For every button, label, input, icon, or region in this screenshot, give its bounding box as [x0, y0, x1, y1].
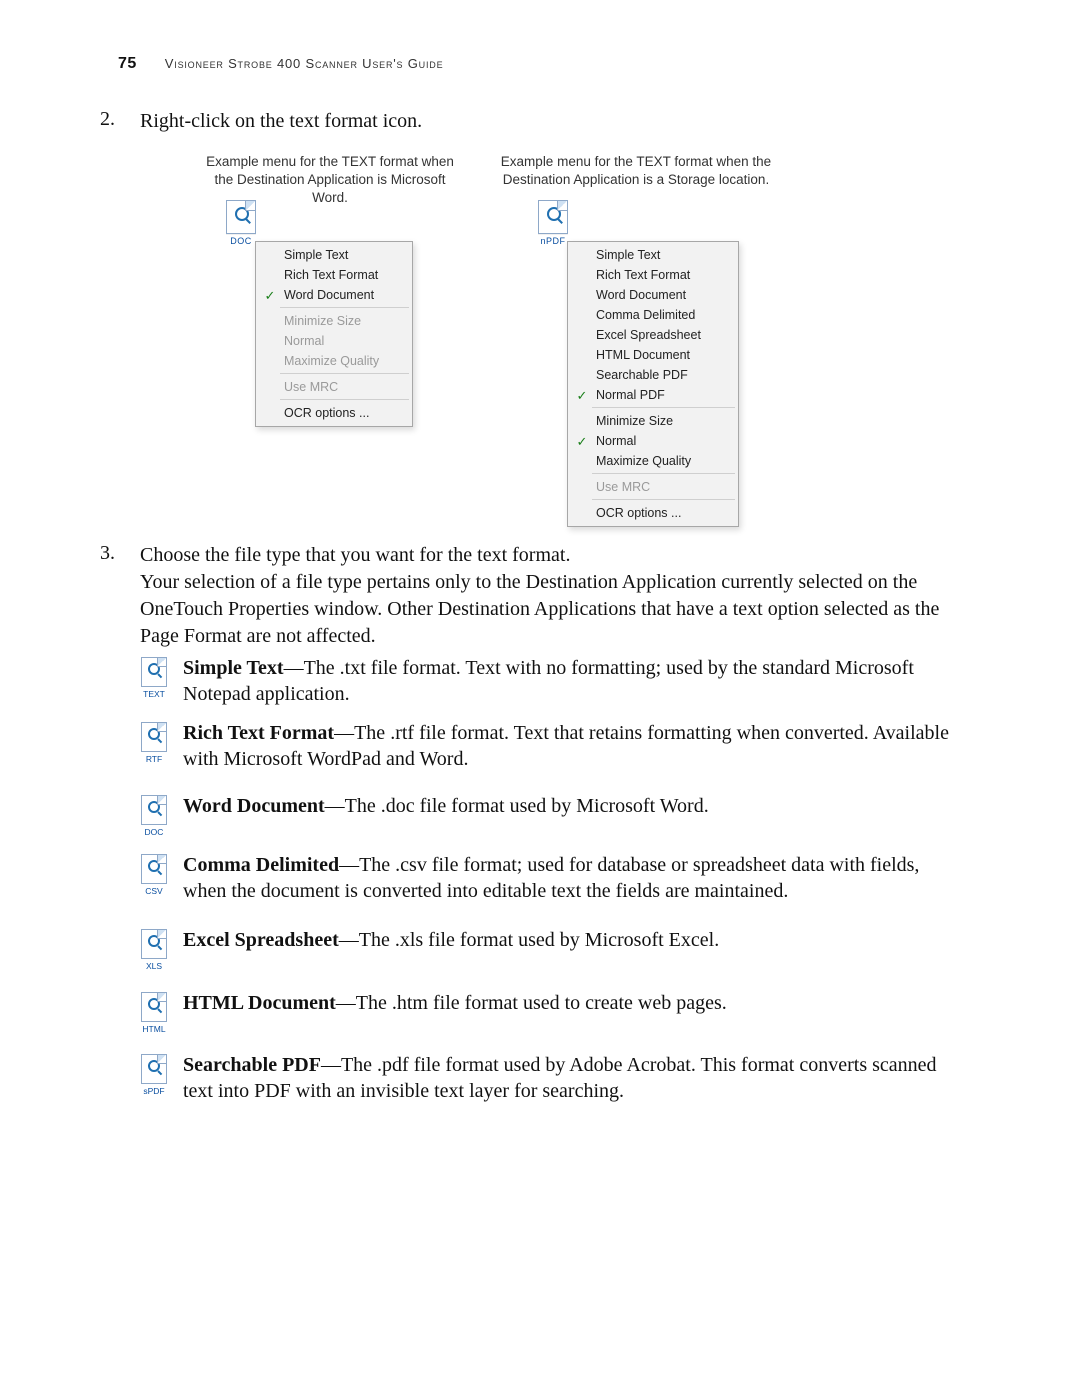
menu-item-label: Normal PDF: [592, 388, 738, 402]
menu-item[interactable]: Simple Text: [256, 245, 412, 265]
doc-icon-label: DOC: [225, 236, 257, 246]
menu-item-label: Searchable PDF: [592, 368, 738, 382]
term: Word Document: [183, 795, 325, 817]
term: Comma Delimited: [183, 854, 339, 876]
menu-item[interactable]: Rich Text Format: [568, 265, 738, 285]
menu-item-label: OCR options ...: [280, 406, 412, 420]
menu-item-label: Maximize Quality: [280, 354, 412, 368]
menu-item[interactable]: Excel Spreadsheet: [568, 325, 738, 345]
doc-icon-label: nPDF: [537, 236, 569, 246]
menu-item-label: OCR options ...: [592, 506, 738, 520]
menu-item[interactable]: ✓Normal: [568, 431, 738, 451]
menu-separator: [280, 307, 409, 308]
doc-icon-left: DOC: [225, 200, 257, 240]
menu-item-label: Normal: [280, 334, 412, 348]
step-3-para: Your selection of a file type pertains o…: [100, 569, 980, 650]
step-3: 3. Choose the file type that you want fo…: [100, 542, 980, 569]
menu-item-label: Excel Spreadsheet: [592, 328, 738, 342]
menu-item-label: Comma Delimited: [592, 308, 738, 322]
menu-item[interactable]: Searchable PDF: [568, 365, 738, 385]
menu-item[interactable]: ✓Normal PDF: [568, 385, 738, 405]
menu-item: Maximize Quality: [256, 351, 412, 371]
step-text: Right-click on the text format icon.: [140, 108, 980, 135]
menu-item[interactable]: HTML Document: [568, 345, 738, 365]
description: —The .txt file format. Text with no form…: [183, 657, 914, 705]
definition-text: Searchable PDF—The .pdf file format used…: [183, 1052, 962, 1105]
menu-item[interactable]: Maximize Quality: [568, 451, 738, 471]
menu-item-label: Minimize Size: [280, 314, 412, 328]
menu-item-label: Normal: [592, 434, 738, 448]
description: —The .htm file format used to create web…: [336, 992, 727, 1014]
menu-item[interactable]: Word Document: [568, 285, 738, 305]
menu-item-label: Use MRC: [592, 480, 738, 494]
menu-item[interactable]: Rich Text Format: [256, 265, 412, 285]
menu-separator: [280, 399, 409, 400]
term: Excel Spreadsheet: [183, 929, 339, 951]
document-page: 75 Visioneer Strobe 400 Scanner User's G…: [0, 0, 1080, 1397]
filetype-icon: TEXT: [140, 657, 168, 697]
menu-item-label: HTML Document: [592, 348, 738, 362]
menu-item[interactable]: Minimize Size: [568, 411, 738, 431]
step-number: 3.: [100, 542, 115, 565]
paragraph: Your selection of a file type pertains o…: [140, 569, 980, 650]
check-icon: ✓: [572, 435, 592, 448]
doc-icon-right: nPDF: [537, 200, 569, 240]
filetype-icon: sPDF: [140, 1054, 168, 1094]
definition-text: Excel Spreadsheet—The .xls file format u…: [183, 927, 962, 953]
menu-item-label: Simple Text: [280, 248, 412, 262]
menu-separator: [280, 373, 409, 374]
doc-title: Visioneer Strobe 400 Scanner User's Guid…: [165, 56, 444, 71]
page-icon: [226, 200, 256, 234]
menu-item[interactable]: Comma Delimited: [568, 305, 738, 325]
definition-text: Comma Delimited—The .csv file format; us…: [183, 852, 962, 905]
running-header: 75 Visioneer Strobe 400 Scanner User's G…: [118, 55, 962, 73]
menu-item-label: Word Document: [592, 288, 738, 302]
menu-item-label: Rich Text Format: [280, 268, 412, 282]
menu-separator: [592, 407, 735, 408]
term: Searchable PDF: [183, 1054, 321, 1076]
menu-item-label: Minimize Size: [592, 414, 738, 428]
definition-text: HTML Document—The .htm file format used …: [183, 990, 962, 1016]
definition-text: Rich Text Format—The .rtf file format. T…: [183, 720, 962, 773]
context-menu-left[interactable]: Simple TextRich Text Format✓Word Documen…: [255, 241, 413, 427]
filetype-icon: XLS: [140, 929, 168, 969]
menu-item: Minimize Size: [256, 311, 412, 331]
menu-item[interactable]: OCR options ...: [568, 503, 738, 523]
filetype-icon: RTF: [140, 722, 168, 762]
menu-item[interactable]: OCR options ...: [256, 403, 412, 423]
menu-item-label: Word Document: [280, 288, 412, 302]
caption-right: Example menu for the TEXT format when th…: [492, 153, 780, 189]
menu-separator: [592, 473, 735, 474]
check-icon: ✓: [572, 389, 592, 402]
menu-item-label: Rich Text Format: [592, 268, 738, 282]
description: —The .doc file format used by Microsoft …: [325, 795, 709, 817]
page-number: 75: [118, 55, 137, 73]
definition-text: Simple Text—The .txt file format. Text w…: [183, 655, 962, 708]
menu-item-label: Use MRC: [280, 380, 412, 394]
filetype-icon: HTML: [140, 992, 168, 1032]
term: Rich Text Format: [183, 722, 334, 744]
step-text: Choose the file type that you want for t…: [140, 542, 980, 569]
page-icon: [538, 200, 568, 234]
menu-separator: [592, 499, 735, 500]
term: Simple Text: [183, 657, 284, 679]
menu-item: Use MRC: [568, 477, 738, 497]
menu-item: Normal: [256, 331, 412, 351]
menu-item: Use MRC: [256, 377, 412, 397]
check-icon: ✓: [260, 289, 280, 302]
term: HTML Document: [183, 992, 336, 1014]
description: —The .xls file format used by Microsoft …: [339, 929, 719, 951]
menu-item-label: Maximize Quality: [592, 454, 738, 468]
context-menu-right[interactable]: Simple Text Rich Text Format Word Document…: [567, 241, 739, 527]
step-2: 2. Right-click on the text format icon.: [100, 108, 980, 135]
step-number: 2.: [100, 108, 115, 131]
menu-item[interactable]: Simple Text: [568, 245, 738, 265]
definition-text: Word Document—The .doc file format used …: [183, 793, 962, 819]
filetype-icon: CSV: [140, 854, 168, 894]
menu-item[interactable]: ✓Word Document: [256, 285, 412, 305]
filetype-icon: DOC: [140, 795, 168, 835]
menu-item-label: Simple Text: [592, 248, 738, 262]
